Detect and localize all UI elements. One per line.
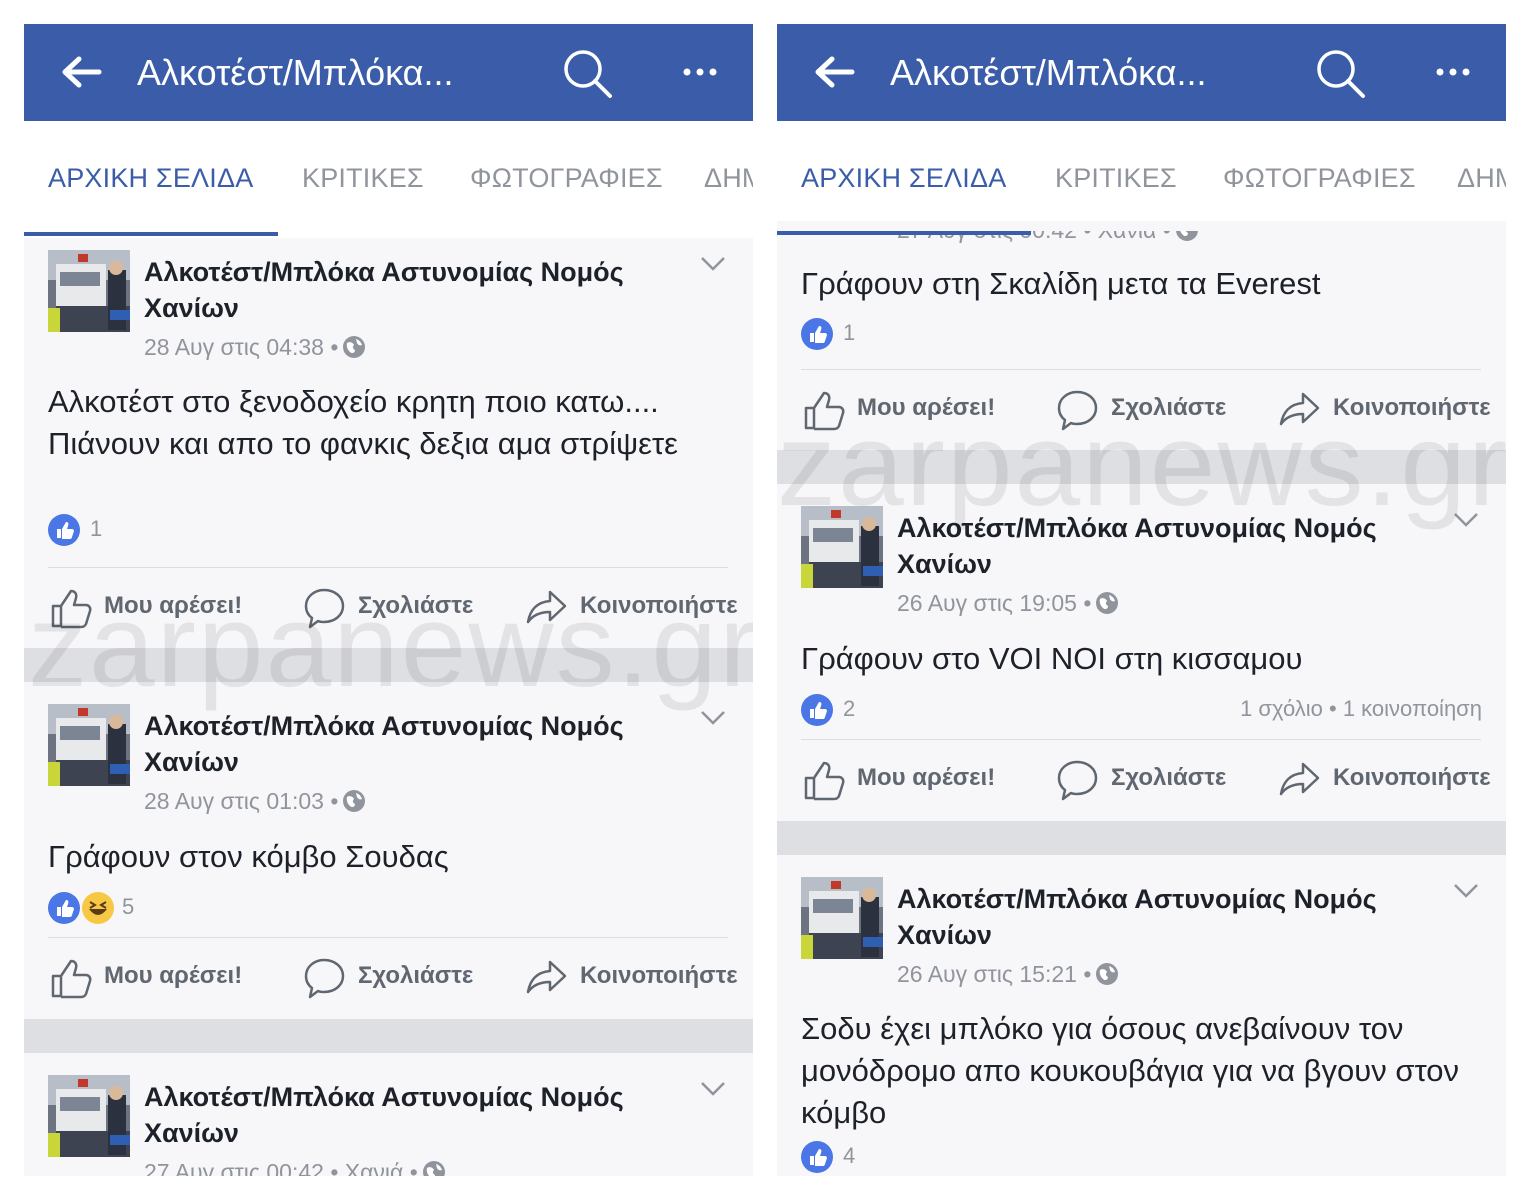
left-screenshot-panel: Αλκοτέστ/Μπλόκα... ΑΡΧΙΚΗ ΣΕΛΙΔΑ ΚΡΙΤΙΚΕ… <box>24 24 753 1176</box>
avatar[interactable] <box>801 877 883 959</box>
post-text: Γράφουν στον κόμβο Σουδας <box>48 839 449 874</box>
globe-icon <box>1175 231 1198 241</box>
globe-icon <box>343 336 366 358</box>
active-tab-indicator <box>24 232 278 236</box>
right-screenshot-panel: Αλκοτέστ/Μπλόκα... ΑΡΧΙΚΗ ΣΕΛΙΔΑ ΚΡΙΤΙΚΕ… <box>777 24 1506 1176</box>
tab-photos[interactable]: ΦΩΤΟΓΡΑΦΙΕΣ <box>470 163 663 194</box>
post-timestamp[interactable]: 26 Αυγ στις 19:05 • <box>897 590 1091 616</box>
share-button[interactable]: Κοινοποιήστε <box>1279 758 1494 802</box>
tab-posts[interactable]: ΔΗΜ <box>1457 163 1506 194</box>
comment-icon <box>304 958 345 999</box>
reaction-count: 5 <box>122 894 135 919</box>
like-reaction-icon <box>801 694 833 726</box>
thumbs-up-icon <box>804 761 845 801</box>
post-meta: 27 Αυγ στις 00:42 • Χανιά • <box>144 1159 446 1176</box>
tab-home[interactable]: ΑΡΧΙΚΗ ΣΕΛΙΔΑ <box>48 163 253 194</box>
search-icon[interactable] <box>1315 48 1367 100</box>
post-author[interactable]: Αλκοτέστ/Μπλόκα Αστυνομίας Νομός Χανίων <box>144 254 684 326</box>
globe-icon <box>1096 592 1119 614</box>
chevron-down-icon[interactable] <box>700 256 726 272</box>
like-reaction-icon <box>801 318 833 350</box>
post-meta: 28 Αυγ στις 01:03 • <box>144 788 366 815</box>
search-icon[interactable] <box>562 48 614 100</box>
post-text: Αλκοτέστ στο ξενοδοχείο κρητη ποιο κατω.… <box>48 384 678 461</box>
post-separator <box>777 821 1506 855</box>
reaction-summary[interactable]: 4 <box>801 1141 901 1173</box>
comment-button[interactable]: Σχολιάστε <box>1057 758 1237 802</box>
post-meta: 28 Αυγ στις 04:38 • <box>144 334 366 361</box>
reaction-count: 4 <box>843 1143 856 1168</box>
tab-reviews[interactable]: ΚΡΙΤΙΚΕΣ <box>302 163 424 194</box>
post-text: Γράφουν στο VOI NOI στη κισσαμου <box>801 641 1303 676</box>
more-icon[interactable] <box>682 54 718 90</box>
post-meta: 26 Αυγ στις 15:21 • <box>897 961 1119 988</box>
page-tabs: ΑΡΧΙΚΗ ΣΕΛΙΔΑ ΚΡΙΤΙΚΕΣ ΦΩΤΟΓΡΑΦΙΕΣ ΔΗΜ <box>24 121 753 238</box>
like-reaction-icon <box>801 1141 833 1173</box>
post-author[interactable]: Αλκοτέστ/Μπλόκα Αστυνομίας Νομός Χανίων <box>897 881 1437 953</box>
tab-reviews[interactable]: ΚΡΙΤΙΚΕΣ <box>1055 163 1177 194</box>
back-arrow-icon[interactable] <box>62 54 102 90</box>
globe-icon <box>343 790 366 812</box>
share-icon <box>526 960 567 994</box>
chevron-down-icon[interactable] <box>700 1081 726 1097</box>
top-app-bar: Αλκοτέστ/Μπλόκα... <box>777 24 1506 121</box>
comment-share-count[interactable]: 1 σχόλιο • 1 κοινοποίηση <box>1240 696 1482 722</box>
avatar[interactable] <box>48 704 130 786</box>
watermark: zarpanews.gr <box>28 580 753 712</box>
like-button[interactable]: Μου αρέσει! <box>803 758 1003 802</box>
divider <box>801 739 1481 740</box>
reaction-summary[interactable]: 1 <box>801 318 901 350</box>
reaction-summary[interactable]: 1 <box>48 514 148 546</box>
post-separator <box>24 1019 753 1053</box>
post-author[interactable]: Αλκοτέστ/Μπλόκα Αστυνομίας Νομός Χανίων <box>144 1079 684 1151</box>
chevron-down-icon[interactable] <box>1453 883 1479 899</box>
globe-icon <box>422 1161 445 1176</box>
tab-photos[interactable]: ΦΩΤΟΓΡΑΦΙΕΣ <box>1223 163 1416 194</box>
reaction-count: 1 <box>843 320 856 345</box>
thumbs-up-icon <box>51 959 92 999</box>
post-text: Γράφουν στη Σκαλίδη μετα τα Everest <box>801 266 1321 301</box>
reaction-count: 1 <box>90 516 103 541</box>
top-app-bar: Αλκοτέστ/Μπλόκα... <box>24 24 753 121</box>
divider <box>48 937 728 938</box>
post-timestamp[interactable]: 26 Αυγ στις 15:21 • <box>897 961 1091 987</box>
divider <box>801 369 1481 370</box>
post-meta: 26 Αυγ στις 19:05 • <box>897 590 1119 617</box>
reaction-summary[interactable]: 5 <box>48 892 168 924</box>
watermark: zarpanews.gr <box>777 399 1506 531</box>
avatar[interactable] <box>48 250 130 332</box>
reaction-summary[interactable]: 2 <box>801 694 901 726</box>
globe-icon <box>1096 963 1119 985</box>
news-feed: 27 Αυγ στις 00:42 • Χανιά • Γράφουν στη … <box>777 221 1506 1176</box>
share-icon <box>1279 762 1320 796</box>
tab-home[interactable]: ΑΡΧΙΚΗ ΣΕΛΙΔΑ <box>801 163 1006 194</box>
divider <box>48 567 728 568</box>
post-timestamp[interactable]: 28 Αυγ στις 01:03 • <box>144 788 338 814</box>
share-button[interactable]: Κοινοποιήστε <box>526 956 741 1000</box>
avatar[interactable] <box>48 1075 130 1157</box>
page-title: Αλκοτέστ/Μπλόκα... <box>137 52 454 93</box>
like-reaction-icon <box>48 514 80 546</box>
news-feed: Αλκοτέστ/Μπλόκα Αστυνομίας Νομός Χανίων … <box>24 238 753 1176</box>
like-button[interactable]: Μου αρέσει! <box>50 956 250 1000</box>
post-timestamp[interactable]: 28 Αυγ στις 04:38 • <box>144 334 338 360</box>
comment-button[interactable]: Σχολιάστε <box>304 956 484 1000</box>
post-author[interactable]: Αλκοτέστ/Μπλόκα Αστυνομίας Νομός Χανίων <box>144 708 684 780</box>
like-reaction-icon <box>48 892 80 924</box>
page-title: Αλκοτέστ/Μπλόκα... <box>890 52 1207 93</box>
haha-reaction-icon <box>82 892 114 924</box>
comment-icon <box>1057 760 1098 801</box>
tab-posts[interactable]: ΔΗΜ <box>704 163 753 194</box>
more-icon[interactable] <box>1435 54 1471 90</box>
post-timestamp[interactable]: 27 Αυγ στις 00:42 • Χανιά • <box>144 1159 418 1176</box>
reaction-count: 2 <box>843 696 856 721</box>
back-arrow-icon[interactable] <box>815 54 855 90</box>
active-tab-indicator <box>777 231 1031 235</box>
post-text: Σοδυ έχει μπλόκο για όσους ανεβαίνουν το… <box>801 1011 1459 1130</box>
